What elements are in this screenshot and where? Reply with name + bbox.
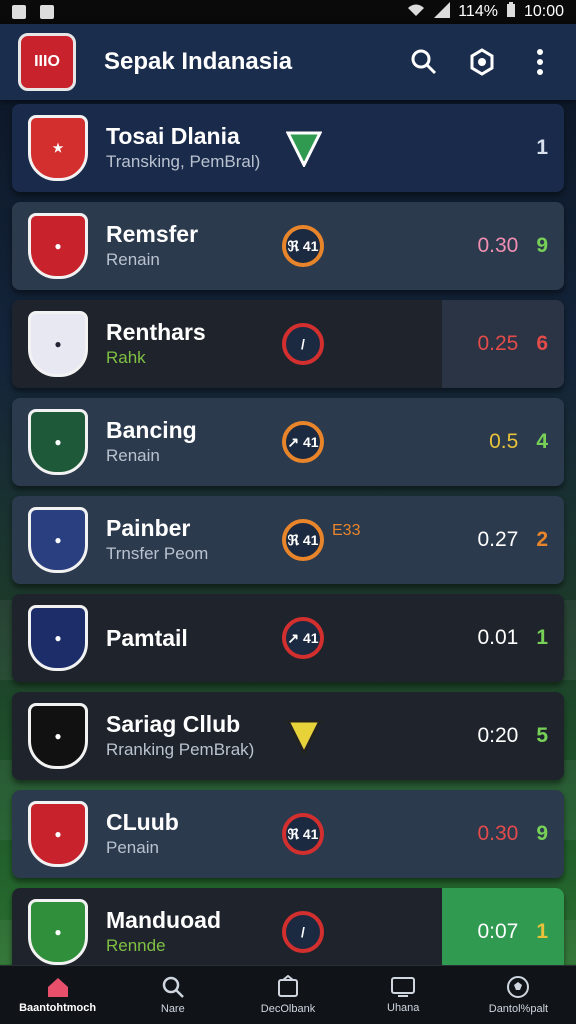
soccer-ball-icon [507, 976, 530, 998]
team-subtitle: Rahk [106, 348, 146, 367]
team-name: Renthars [106, 319, 206, 345]
team-crest: ● [28, 213, 88, 279]
team-subtitle: Transking, PemBral) [106, 152, 261, 171]
team-value: 0.5 [489, 430, 519, 453]
team-crest: ● [28, 311, 88, 377]
app-bar: IIIO Sepak Indanasia [0, 24, 576, 100]
team-name: Tosai Dlania [106, 123, 240, 149]
team-crest: ● [28, 605, 88, 671]
search-icon [411, 49, 437, 75]
team-row[interactable]: ● Pamtail ↗ 41 0.01 1 [12, 594, 564, 682]
tv-icon [391, 977, 416, 997]
nav-transfer[interactable]: DecOlbank [230, 966, 345, 1024]
settings-icon [470, 48, 494, 76]
team-value: 0.01 [477, 626, 519, 649]
app-notification-icon [40, 5, 54, 19]
rating-badge: / [282, 911, 324, 953]
team-name: Manduoad [106, 907, 221, 933]
team-rank: 2 [536, 528, 548, 551]
more-options-button[interactable] [522, 44, 558, 80]
team-value: 0.30 [477, 822, 519, 845]
nav-tv[interactable]: Uhana [346, 966, 461, 1024]
team-row[interactable]: ● Remsfer Renain ℜ 41 0.30 9 [12, 202, 564, 290]
shield-icon [286, 719, 322, 755]
team-name: Bancing [106, 417, 197, 443]
team-list: ★ Tosai Dlania Transking, PemBral) 1 ● R… [12, 100, 564, 986]
team-subtitle: Renain [106, 250, 160, 269]
nav-home[interactable]: Baantohtmoch [0, 966, 115, 1024]
team-rank: 9 [536, 822, 548, 845]
status-bar: 114% 10:00 [0, 0, 576, 24]
team-row[interactable]: ● Manduoad Rennde / 0:07 1 [12, 888, 564, 976]
team-rank: 4 [536, 430, 548, 453]
search-button[interactable] [406, 44, 442, 80]
home-icon [47, 978, 68, 997]
team-value: 0.25 [477, 332, 519, 355]
team-rank: 1 [536, 626, 548, 649]
page-title: Sepak Indanasia [104, 48, 293, 75]
team-row[interactable]: ★ Tosai Dlania Transking, PemBral) 1 [12, 104, 564, 192]
team-value: 0:20 [477, 724, 519, 747]
team-value: 0.30 [477, 234, 519, 257]
team-value: 0.27 [477, 528, 519, 551]
rating-badge: ↗ 41 [282, 421, 324, 463]
team-rank: 1 [536, 136, 548, 159]
image-notification-icon [12, 5, 26, 19]
team-row[interactable]: ● Bancing Renain ↗ 41 0.5 4 [12, 398, 564, 486]
rating-badge: ℜ 41 [282, 225, 324, 267]
nav-search[interactable]: Nare [115, 966, 230, 1024]
team-crest: ● [28, 801, 88, 867]
nav-label: Baantohtmoch [19, 1002, 97, 1014]
settings-button[interactable] [464, 44, 500, 80]
team-subtitle: Rennde [106, 936, 166, 955]
nav-label: Nare [160, 1003, 185, 1015]
bottom-nav: Baantohtmoch Nare DecOlbank Uhana Dantol… [0, 965, 576, 1024]
team-subtitle: Renain [106, 446, 160, 465]
nav-more[interactable]: Dantol%palt [461, 966, 576, 1024]
transfer-icon [278, 975, 298, 997]
rating-badge: / [282, 323, 324, 365]
rating-badge: ℜ 41 [282, 519, 324, 561]
team-crest: ● [28, 703, 88, 769]
more-vert-icon [537, 49, 543, 75]
team-name: CLuub [106, 809, 179, 835]
team-name: Remsfer [106, 221, 199, 247]
team-crest: ● [28, 899, 88, 965]
signal-icon [434, 1, 451, 23]
nav-label: Uhana [387, 1002, 420, 1014]
team-crest: ● [28, 507, 88, 573]
team-name: Pamtail [106, 625, 188, 651]
search-icon [162, 976, 184, 998]
team-row[interactable]: ● Renthars Rahk / 0.25 6 [12, 300, 564, 388]
team-extra-tag: E33 [332, 522, 361, 539]
wifi-icon [406, 2, 426, 23]
team-subtitle: Penain [106, 838, 159, 857]
team-rank: 9 [536, 234, 548, 257]
nav-label: DecOlbank [260, 1003, 316, 1015]
team-crest: ★ [28, 115, 88, 181]
rating-badge: ℜ 41 [282, 813, 324, 855]
team-name: Painber [106, 515, 191, 541]
team-value: 0:07 [477, 920, 519, 943]
rating-badge: ↗ 41 [282, 617, 324, 659]
team-row[interactable]: ● Painber Trnsfer Peom ℜ 41 E33 0.27 2 [12, 496, 564, 584]
shield-icon [286, 131, 322, 167]
team-rank: 6 [536, 332, 548, 355]
team-row[interactable]: ● Sariag Cllub Rranking PemBrak) 0:20 5 [12, 692, 564, 780]
nav-label: Dantol%palt [488, 1003, 549, 1015]
team-rank: 5 [536, 724, 548, 747]
app-logo-text: IIIO [34, 53, 60, 70]
clock: 10:00 [523, 3, 564, 20]
battery-icon [506, 1, 516, 23]
team-subtitle: Trnsfer Peom [106, 544, 209, 563]
team-subtitle: Rranking PemBrak) [106, 740, 255, 759]
team-rank: 1 [536, 920, 548, 943]
team-crest: ● [28, 409, 88, 475]
team-row[interactable]: ● CLuub Penain ℜ 41 0.30 9 [12, 790, 564, 878]
battery-level: 114% [458, 3, 498, 20]
app-logo: IIIO [18, 33, 76, 91]
team-name: Sariag Cllub [106, 711, 241, 737]
